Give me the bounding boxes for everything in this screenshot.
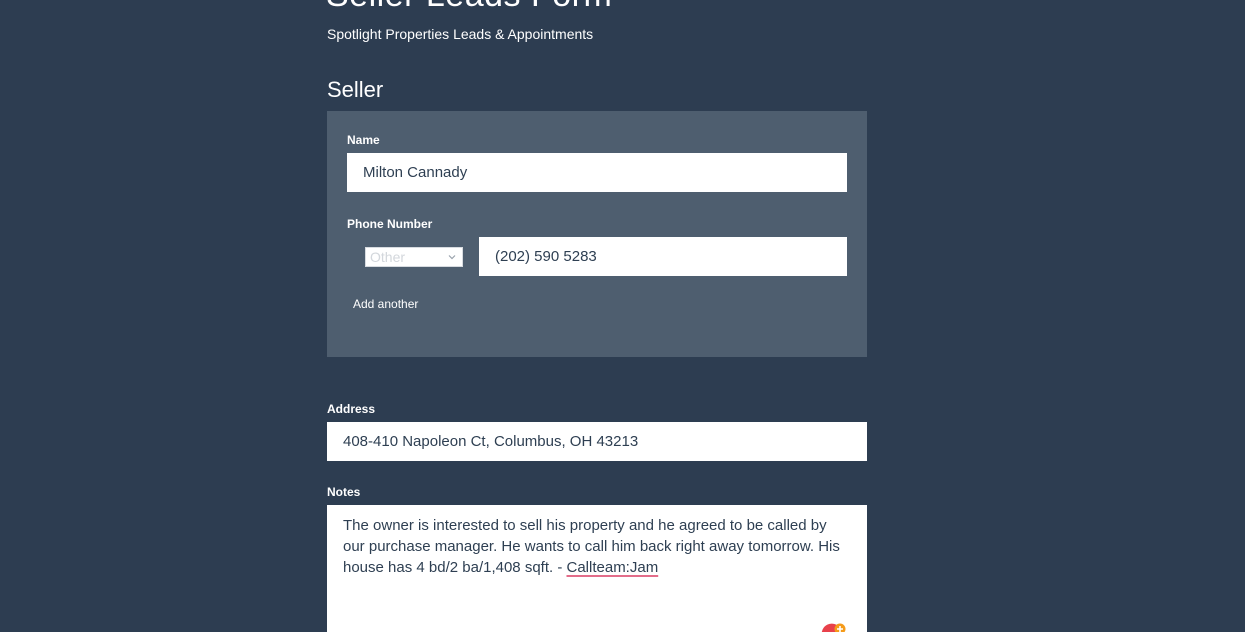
address-label: Address (327, 402, 376, 416)
name-input[interactable] (347, 153, 847, 192)
notes-flagged-word: Callteam:Jam (566, 559, 659, 576)
page-title: Seller Leads Form (326, 0, 612, 12)
page-subtitle: Spotlight Properties Leads & Appointment… (327, 26, 594, 42)
notes-label: Notes (327, 485, 361, 499)
phone-type-selected-value: Other (370, 249, 406, 265)
phone-number-label: Phone Number (347, 217, 433, 231)
grammarly-icon[interactable] (820, 622, 848, 632)
phone-type-select[interactable]: Other (365, 247, 463, 267)
seller-panel: Name Phone Number Other Add another (327, 111, 867, 357)
phone-number-input[interactable] (479, 237, 847, 276)
notes-textarea[interactable]: The owner is interested to sell his prop… (327, 505, 867, 632)
chevron-down-icon (448, 255, 456, 260)
name-label: Name (347, 133, 380, 147)
add-another-phone-link[interactable]: Add another (353, 297, 418, 311)
address-input[interactable] (327, 422, 867, 461)
seller-section-title: Seller (327, 77, 384, 102)
seller-leads-page: Seller Leads Form Spotlight Properties L… (0, 0, 1245, 632)
